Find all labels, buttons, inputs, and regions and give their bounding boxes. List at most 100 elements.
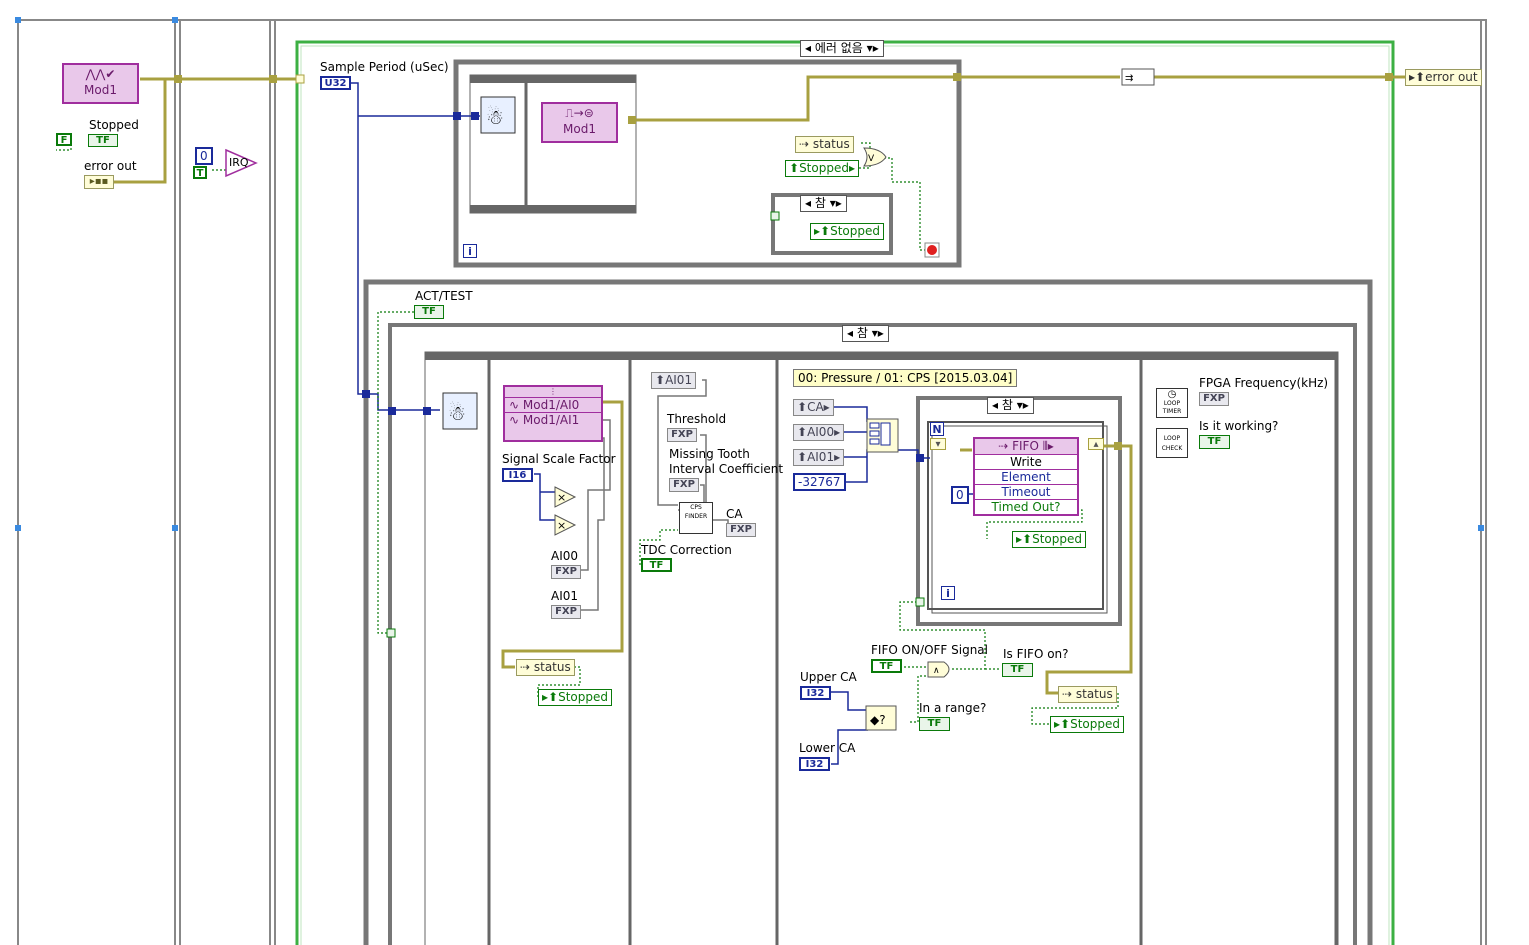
stopped-local-case[interactable]: ▸⬆Stopped	[810, 223, 884, 240]
top-loop-iteration-terminal: i	[463, 244, 477, 258]
svg-text:V: V	[868, 154, 875, 164]
io-refnum-icon: ⋮	[549, 387, 557, 396]
analog-input-io-node[interactable]: ⋮ ∿ Mod1/AI0 ∿ Mod1/AI1	[503, 385, 603, 442]
upper-ca-label: Upper CA	[800, 670, 857, 684]
svg-text:☃: ☃	[448, 401, 466, 425]
error-out-cluster-terminal[interactable]: ▸▪▪	[84, 175, 114, 189]
ai01-local-read[interactable]: ⬆AI01	[651, 372, 697, 389]
error-out-label: error out	[84, 159, 137, 173]
sample-period-label: Sample Period (uSec)	[320, 60, 449, 74]
left-arrow-icon[interactable]: ◂	[805, 41, 811, 55]
stopped-local-right[interactable]: ▸⬆Stopped	[1050, 716, 1124, 733]
mod1-wait-label: Mod1	[563, 122, 596, 136]
build-array-node[interactable]	[866, 418, 899, 453]
upper-ca-terminal[interactable]: I32	[800, 686, 831, 700]
wait-icon-top[interactable]: ☃	[480, 96, 516, 134]
fifo-comment: 00: Pressure / 01: CPS [2015.03.04]	[793, 369, 1018, 387]
stopped-label: Stopped	[89, 118, 139, 132]
tdc-correction-label: TDC Correction	[641, 543, 732, 557]
irq-label: IRQ	[229, 156, 249, 169]
cps-finder-subvi-icon[interactable]: CPS FINDER	[679, 502, 713, 534]
fifo-element-row[interactable]: Element	[975, 470, 1077, 485]
wait-icon-bottom[interactable]: ☃	[442, 392, 478, 430]
true-constant[interactable]: T	[193, 166, 207, 179]
fifo-on-off-terminal[interactable]: TF	[871, 659, 902, 673]
is-fifo-on-indicator[interactable]: TF	[1002, 663, 1033, 677]
signal-scale-factor-terminal[interactable]: I16	[502, 468, 533, 482]
shift-register-right-icon[interactable]: ▴	[1088, 438, 1104, 450]
fifo-write-row: Write	[975, 455, 1077, 470]
fifo-case-selector[interactable]: ◂ 참 ▾▸	[987, 397, 1034, 414]
interval-coefficient-label: Interval Coefficient	[669, 462, 784, 476]
svg-text:⇉: ⇉	[1125, 73, 1133, 84]
neg-value-constant[interactable]: -32767	[793, 473, 846, 491]
tdc-correction-terminal[interactable]: TF	[641, 558, 672, 572]
mod1-io-icon: ⋀⋀✔	[85, 67, 116, 81]
fifo-timed-out-row[interactable]: Timed Out?	[975, 500, 1077, 514]
signal-scale-factor-label: Signal Scale Factor	[502, 452, 616, 466]
ai01-indicator[interactable]: FXP	[551, 605, 581, 619]
svg-text:∧: ∧	[933, 666, 940, 676]
missing-tooth-label: Missing Tooth	[669, 447, 750, 461]
for-loop-count-terminal: N	[930, 422, 944, 436]
stopped-local-act[interactable]: ▸⬆Stopped	[538, 689, 612, 706]
ca-indicator[interactable]: FXP	[726, 523, 756, 537]
chevron-down-icon[interactable]: ▾▸	[867, 41, 879, 55]
mod1-io-label: Mod1	[84, 83, 117, 97]
ai00-label: AI00	[551, 549, 579, 563]
loop-check-icon[interactable]: LOOP CHECK	[1156, 428, 1188, 458]
svg-text:◆?: ◆?	[870, 713, 886, 727]
ai0-row[interactable]: ∿ Mod1/AI0	[505, 397, 601, 412]
ai1-row[interactable]: ∿ Mod1/AI1	[505, 412, 601, 427]
fpga-frequency-indicator[interactable]: FXP	[1199, 392, 1229, 406]
fifo-write-node[interactable]: ⇢ FIFO ⫴▸ Write Element Timeout Timed Ou…	[973, 437, 1079, 516]
ai01-label: AI01	[551, 589, 579, 603]
ai00-indicator[interactable]: FXP	[551, 565, 581, 579]
stop-terminal[interactable]	[924, 242, 940, 258]
fifo-header: ⇢ FIFO ⫴▸	[975, 439, 1077, 455]
act-test-label: ACT/TEST	[415, 289, 473, 303]
ai00-local-read[interactable]: ⬆AI00▸	[793, 424, 845, 441]
loop-timer-icon[interactable]: ◷ LOOP TIMER	[1156, 388, 1188, 418]
stopped-indicator[interactable]: TF	[88, 134, 118, 147]
sample-period-terminal[interactable]: U32	[320, 76, 351, 90]
mod1-wait-io-node[interactable]: ⎍→⊜ Mod1	[541, 102, 618, 143]
svg-text:×: ×	[557, 519, 566, 532]
in-a-range-indicator[interactable]: TF	[919, 717, 950, 731]
status-unbundle-act[interactable]: ⇢ status	[516, 659, 575, 676]
fpga-frequency-label: FPGA Frequency(kHz)	[1199, 376, 1329, 390]
mod1-io-node[interactable]: ⋀⋀✔ Mod1	[62, 63, 139, 104]
stopped-local-top[interactable]: ⬆Stopped▸	[785, 160, 859, 177]
fifo-timeout-row[interactable]: Timeout	[975, 485, 1077, 500]
status-unbundle-fifo[interactable]: ⇢ status	[1058, 686, 1117, 703]
act-case-selector[interactable]: ◂ 참 ▾▸	[842, 325, 889, 342]
act-test-terminal[interactable]: TF	[414, 305, 444, 319]
is-fifo-on-label: Is FIFO on?	[1003, 647, 1069, 661]
svg-text:×: ×	[557, 491, 566, 504]
error-out-local[interactable]: ▸⬆error out	[1405, 69, 1482, 86]
ca-local-read[interactable]: ⬆CA▸	[793, 399, 834, 416]
fifo-on-off-label: FIFO ON/OFF Signal	[871, 643, 988, 657]
in-a-range-label: In a range?	[919, 701, 987, 715]
lower-ca-terminal[interactable]: I32	[799, 757, 830, 771]
threshold-terminal[interactable]: FXP	[667, 428, 697, 442]
clock-icon: ◷	[1167, 389, 1177, 400]
threshold-label: Threshold	[667, 412, 727, 426]
svg-text:☃: ☃	[486, 105, 504, 129]
stop-case-selector[interactable]: ◂ 참 ▾▸	[800, 195, 847, 212]
ai01-local-read-fifo[interactable]: ⬆AI01▸	[793, 449, 845, 466]
ca-label: CA	[726, 507, 743, 521]
is-it-working-label: Is it working?	[1199, 419, 1279, 433]
status-unbundle-top[interactable]: ⇢ status	[795, 136, 854, 153]
is-it-working-indicator[interactable]: TF	[1199, 435, 1230, 449]
lower-ca-label: Lower CA	[799, 741, 856, 755]
stopped-local-fifo[interactable]: ▸⬆Stopped	[1012, 531, 1086, 548]
timeout-zero-constant[interactable]: 0	[951, 486, 969, 504]
error-case-selector[interactable]: ◂ 에러 없음 ▾▸	[800, 40, 884, 57]
shift-register-icon[interactable]: ▾	[930, 438, 946, 450]
interval-coefficient-terminal[interactable]: FXP	[669, 478, 699, 492]
wait-irq-icon: ⎍→⊜	[565, 106, 594, 120]
fifo-loop-iteration-terminal: i	[941, 586, 955, 600]
false-constant[interactable]: F	[56, 133, 72, 146]
irq-zero-constant[interactable]: 0	[195, 147, 213, 165]
